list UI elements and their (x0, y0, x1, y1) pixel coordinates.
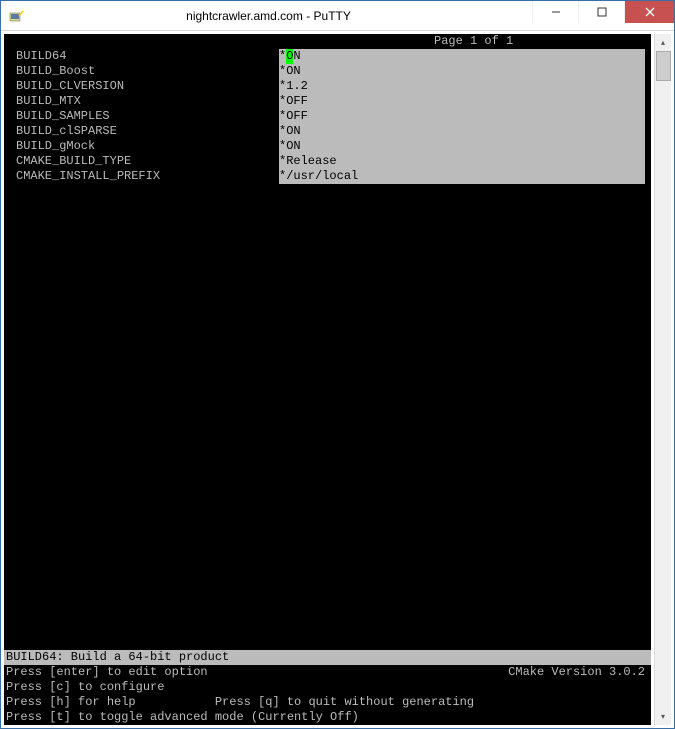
option-modified-marker: * (279, 79, 286, 94)
option-row[interactable]: BUILD_SAMPLES*OFF (4, 109, 651, 124)
option-row[interactable]: CMAKE_BUILD_TYPE*Release (4, 154, 651, 169)
option-modified-marker: * (279, 169, 286, 184)
option-value-cell[interactable]: *ON (279, 139, 645, 154)
option-modified-marker: * (279, 124, 286, 139)
option-value: ON (286, 139, 300, 154)
option-modified-marker: * (279, 154, 286, 169)
option-value: ON (286, 64, 300, 79)
help-configure: Press [c] to configure (4, 680, 651, 695)
option-value: OFF (286, 109, 308, 124)
client-area: Page 1 of 1 BUILD64*ONBUILD_Boost*ONBUIL… (1, 31, 674, 728)
option-value-cell[interactable]: */usr/local (279, 169, 645, 184)
help-help-quit: Press [h] for help Press [q] to quit wit… (4, 695, 651, 710)
option-name: BUILD_CLVERSION (16, 79, 279, 94)
cmake-version: CMake Version 3.0.2 (506, 665, 651, 680)
option-name: BUILD_clSPARSE (16, 124, 279, 139)
option-value: OFF (286, 94, 308, 109)
option-value: Release (286, 154, 336, 169)
window-title: nightcrawler.amd.com - PuTTY (5, 9, 532, 23)
option-modified-marker: * (279, 109, 286, 124)
option-value-cell[interactable]: *OFF (279, 94, 645, 109)
terminal-empty-area (4, 184, 651, 650)
option-modified-marker: * (279, 64, 286, 79)
page-indicator: Page 1 of 1 (4, 34, 651, 49)
option-value: /usr/local (286, 169, 358, 184)
option-row[interactable]: BUILD_gMock*ON (4, 139, 651, 154)
option-value: ON (286, 124, 300, 139)
option-name: BUILD_gMock (16, 139, 279, 154)
option-row[interactable]: BUILD_Boost*ON (4, 64, 651, 79)
option-name: BUILD_MTX (16, 94, 279, 109)
titlebar[interactable]: nightcrawler.amd.com - PuTTY (1, 1, 674, 31)
option-row[interactable]: BUILD_CLVERSION*1.2 (4, 79, 651, 94)
help-toggle: Press [t] to toggle advanced mode (Curre… (4, 710, 651, 725)
option-value: N (293, 49, 300, 64)
titlebar-buttons (532, 1, 674, 30)
scroll-thumb[interactable] (656, 51, 671, 81)
option-name: BUILD64 (16, 49, 279, 64)
option-value-cell[interactable]: *Release (279, 154, 645, 169)
terminal[interactable]: Page 1 of 1 BUILD64*ONBUILD_Boost*ONBUIL… (4, 34, 651, 725)
option-name: BUILD_Boost (16, 64, 279, 79)
cursor: O (286, 49, 293, 64)
option-value-cell[interactable]: *OFF (279, 109, 645, 124)
option-row[interactable]: BUILD64*ON (4, 49, 651, 64)
scroll-down-arrow-icon[interactable]: ▾ (655, 708, 671, 725)
maximize-button[interactable] (578, 1, 624, 23)
option-value-cell[interactable]: *ON (279, 49, 645, 64)
option-value-cell[interactable]: *ON (279, 64, 645, 79)
option-name: CMAKE_INSTALL_PREFIX (16, 169, 279, 184)
options-list: BUILD64*ONBUILD_Boost*ONBUILD_CLVERSION*… (4, 49, 651, 184)
close-button[interactable] (624, 1, 674, 23)
option-row[interactable]: BUILD_MTX*OFF (4, 94, 651, 109)
option-value-cell[interactable]: *ON (279, 124, 645, 139)
status-line: BUILD64: Build a 64-bit product (4, 650, 651, 665)
option-modified-marker: * (279, 49, 286, 64)
scrollbar[interactable]: ▴ ▾ (654, 34, 671, 725)
help-enter: Press [enter] to edit option (4, 665, 506, 680)
option-row[interactable]: CMAKE_INSTALL_PREFIX*/usr/local (4, 169, 651, 184)
option-name: BUILD_SAMPLES (16, 109, 279, 124)
option-value: 1.2 (286, 79, 308, 94)
minimize-button[interactable] (532, 1, 578, 23)
option-modified-marker: * (279, 94, 286, 109)
option-name: CMAKE_BUILD_TYPE (16, 154, 279, 169)
scroll-up-arrow-icon[interactable]: ▴ (655, 34, 671, 51)
option-row[interactable]: BUILD_clSPARSE*ON (4, 124, 651, 139)
option-value-cell[interactable]: *1.2 (279, 79, 645, 94)
option-modified-marker: * (279, 139, 286, 154)
